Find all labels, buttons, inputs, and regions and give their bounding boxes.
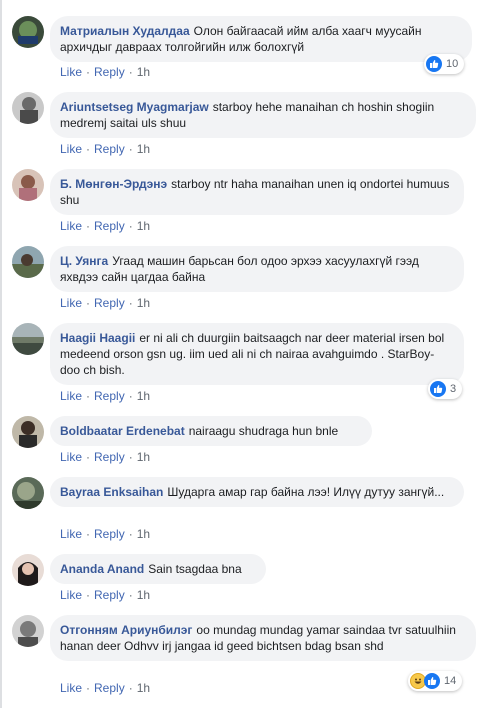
comment-time[interactable]: 1h — [137, 296, 150, 310]
separator: · — [128, 65, 133, 79]
like-link[interactable]: Like — [60, 296, 82, 310]
like-link[interactable]: Like — [60, 389, 82, 403]
reply-link[interactable]: Reply — [94, 219, 125, 233]
comment-time[interactable]: 1h — [137, 450, 150, 464]
like-link[interactable]: Like — [60, 65, 82, 79]
comment-actions: Like · Reply · 1h — [60, 142, 150, 156]
comment-bubble: Haagii Haagii er ni ali ch duurgiin baits… — [50, 323, 464, 385]
like-link[interactable]: Like — [60, 142, 82, 156]
comment-time[interactable]: 1h — [137, 588, 150, 602]
separator: · — [86, 681, 91, 695]
comment-actions: Like · Reply · 1h — [60, 450, 150, 464]
separator: · — [128, 389, 133, 403]
avatar[interactable] — [12, 554, 44, 586]
comment-bubble: Boldbaatar Erdenebat nairaagu shudraga hu… — [50, 416, 372, 446]
comment-actions: Like · Reply · 1h — [60, 65, 150, 79]
comment-author[interactable]: Матриалын Худалдаа — [60, 24, 190, 38]
reply-link[interactable]: Reply — [94, 389, 125, 403]
comment-actions: Like · Reply · 1h — [60, 389, 150, 403]
separator: · — [86, 65, 91, 79]
comment-time[interactable]: 1h — [137, 527, 150, 541]
comment-actions: Like · Reply · 1h — [60, 588, 150, 602]
reply-link[interactable]: Reply — [94, 588, 125, 602]
comment-text: Угаад машин барьсан бол одоо эрхээ хасуу… — [60, 254, 419, 284]
separator: · — [128, 588, 133, 602]
comment-time[interactable]: 1h — [137, 219, 150, 233]
avatar[interactable] — [12, 323, 44, 355]
separator: · — [128, 219, 133, 233]
separator: · — [128, 142, 133, 156]
separator: · — [86, 296, 91, 310]
separator: · — [86, 142, 91, 156]
like-icon — [426, 56, 442, 72]
comment-author[interactable]: Bayraa Enksaihan — [60, 485, 163, 499]
like-link[interactable]: Like — [60, 681, 82, 695]
comment-author[interactable]: Б. Мөнгөн-Эрдэнэ — [60, 177, 167, 191]
reply-link[interactable]: Reply — [94, 681, 125, 695]
like-icon — [424, 673, 440, 689]
like-link[interactable]: Like — [60, 527, 82, 541]
reaction-count[interactable]: 14 — [408, 671, 463, 691]
comment-time[interactable]: 1h — [137, 389, 150, 403]
avatar[interactable] — [12, 92, 44, 124]
comment-actions: Like · Reply · 1h — [60, 296, 150, 310]
like-link[interactable]: Like — [60, 450, 82, 464]
comment-text: nairaagu shudraga hun bnle — [188, 424, 339, 438]
comment-author[interactable]: Ц. Уянга — [60, 254, 108, 268]
reaction-number: 10 — [446, 58, 459, 70]
comment-actions: Like · Reply · 1h — [60, 527, 150, 541]
separator: · — [86, 450, 91, 464]
comment-bubble: Ariuntsetseg Myagmarjaw starboy hehe mana… — [50, 92, 476, 138]
avatar[interactable] — [12, 246, 44, 278]
reaction-count[interactable]: 3 — [428, 379, 463, 399]
comment-author[interactable]: Boldbaatar Erdenebat — [60, 424, 185, 438]
like-link[interactable]: Like — [60, 588, 82, 602]
avatar[interactable] — [12, 416, 44, 448]
reply-link[interactable]: Reply — [94, 296, 125, 310]
comment-author[interactable]: Ananda Anand — [60, 562, 144, 576]
reply-link[interactable]: Reply — [94, 527, 125, 541]
comment-author[interactable]: Haagii Haagii — [60, 331, 135, 345]
reply-link[interactable]: Reply — [94, 142, 125, 156]
reply-link[interactable]: Reply — [94, 65, 125, 79]
avatar[interactable] — [12, 615, 44, 647]
avatar[interactable] — [12, 16, 44, 48]
comment-time[interactable]: 1h — [137, 681, 150, 695]
separator: · — [128, 527, 133, 541]
separator: · — [128, 450, 133, 464]
like-icon — [430, 381, 446, 397]
separator: · — [128, 681, 133, 695]
reaction-count[interactable]: 10 — [424, 54, 465, 74]
comment-time[interactable]: 1h — [137, 142, 150, 156]
separator: · — [86, 588, 91, 602]
avatar[interactable] — [12, 477, 44, 509]
comment-bubble: Б. Мөнгөн-Эрдэнэ starboy ntr haha manaiha… — [50, 169, 464, 215]
separator: · — [86, 389, 91, 403]
avatar[interactable] — [12, 169, 44, 201]
comment-actions: Like · Reply · 1h — [60, 219, 150, 233]
separator: · — [128, 296, 133, 310]
comment-bubble: Ц. Уянга Угаад машин барьсан бол одоо эрх… — [50, 246, 464, 292]
comment-time[interactable]: 1h — [137, 65, 150, 79]
comment-text: Шударга амар гар байна лээ! Илүү дутуу з… — [167, 485, 445, 499]
thread-rule — [0, 0, 2, 708]
separator: · — [86, 527, 91, 541]
comment-bubble: Ananda Anand Sain tsagdaa bna — [50, 554, 266, 584]
reaction-number: 3 — [450, 383, 457, 395]
reply-link[interactable]: Reply — [94, 450, 125, 464]
comment-bubble: Матриалын Худалдаа Олон байгаасай ийм алб… — [50, 16, 472, 62]
like-link[interactable]: Like — [60, 219, 82, 233]
separator: · — [86, 219, 91, 233]
comment-bubble: Bayraa Enksaihan Шударга амар гар байна л… — [50, 477, 464, 507]
comment-author[interactable]: Ariuntsetseg Myagmarjaw — [60, 100, 209, 114]
comment-author[interactable]: Отгонням Ариунбилэг — [60, 623, 192, 637]
comment-actions: Like · Reply · 1h — [60, 681, 150, 695]
comment-text: Sain tsagdaa bna — [148, 562, 242, 576]
comment-bubble: Отгонням Ариунбилэг oo mundag mundag yama… — [50, 615, 476, 661]
reaction-number: 14 — [444, 675, 457, 687]
